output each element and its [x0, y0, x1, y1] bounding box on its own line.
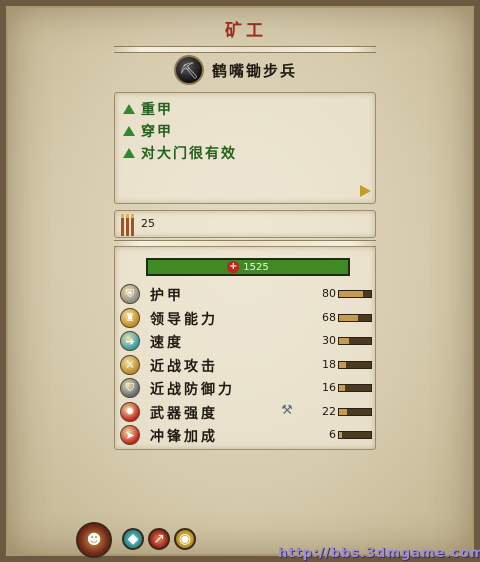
stat-bar — [338, 431, 372, 439]
stat-label: 近战攻击 — [150, 358, 218, 375]
soldiers-icon — [121, 214, 135, 236]
speed-icon: ➔ — [120, 331, 140, 351]
armor-piercing-icon: ⚒ — [281, 402, 293, 418]
stat-bar-fill — [339, 338, 349, 344]
stat-bar — [338, 360, 372, 369]
triangle-icon — [123, 148, 135, 158]
unit-name: 鹤嘴锄步兵 — [212, 61, 298, 80]
stat-label: 武器强度 — [150, 405, 218, 422]
trait-item: 对大门很有效 — [123, 143, 237, 163]
traits-box: 重甲 穿甲 对大门很有效 — [114, 92, 376, 204]
panel-title: 矿工 — [225, 21, 267, 41]
stat-row-weapon-strength: ✹ 武器强度 ⚒ 22 — [120, 401, 376, 424]
stat-row-melee-attack: ⚔ 近战攻击 18 — [120, 354, 376, 377]
trait-label: 对大门很有效 — [141, 146, 237, 162]
triangle-icon — [123, 104, 135, 114]
shield-ability-icon[interactable]: ◆ — [122, 528, 144, 550]
more-traits-arrow-icon[interactable] — [360, 185, 371, 197]
stat-label: 冲锋加成 — [150, 429, 218, 445]
trait-label: 重甲 — [141, 102, 173, 118]
stat-value: 80 — [322, 287, 336, 300]
stat-label: 护甲 — [150, 288, 184, 304]
stat-row-speed: ➔ 速度 30 — [120, 331, 376, 353]
stat-value: 16 — [322, 381, 336, 394]
stat-bar — [338, 313, 372, 322]
charge-bonus-icon: ➤ — [120, 425, 140, 445]
men-count-box: 25 — [114, 210, 376, 238]
stat-value: 22 — [322, 404, 336, 418]
arrow-ability-icon[interactable]: ↗ — [148, 528, 170, 550]
health-cross-icon: + — [227, 261, 240, 273]
pickaxe-icon: ⛏ — [174, 55, 204, 85]
stat-value: 30 — [322, 334, 336, 347]
stat-bar-fill — [339, 314, 359, 321]
stat-label: 领导能力 — [150, 311, 218, 328]
armor-icon: ⛨ — [120, 284, 140, 304]
melee-defence-icon: ⛉ — [120, 378, 140, 398]
unit-info-panel: 矿工 ⛏ 鹤嘴锄步兵 重甲 穿甲 对大门很有效 25 + 1525 ⛨ 护甲 80 ♜… — [0, 0, 480, 562]
stat-row-leadership: ♜ 领导能力 68 — [120, 307, 376, 330]
hitpoints-value: 1525 — [243, 261, 269, 273]
trait-item: 重甲 — [123, 99, 173, 119]
trait-label: 穿甲 — [141, 124, 173, 140]
stat-value: 68 — [322, 310, 336, 324]
leadership-icon: ♜ — [120, 307, 140, 328]
eye-ability-icon[interactable]: ◉ — [174, 528, 196, 550]
weapon-strength-icon: ✹ — [120, 401, 140, 422]
stat-bar-fill — [339, 408, 348, 415]
stat-bar-fill — [339, 291, 363, 297]
trait-item: 穿甲 — [123, 121, 173, 141]
unit-card-icon[interactable]: ☻ — [76, 522, 112, 558]
stat-bar-fill — [339, 385, 346, 391]
unit-header: ⛏ 鹤嘴锄步兵 — [174, 54, 297, 86]
stat-value: 18 — [322, 357, 336, 371]
stat-bar — [338, 407, 372, 416]
stat-value: 6 — [329, 428, 336, 441]
stat-row-armor: ⛨ 护甲 80 — [120, 284, 376, 306]
men-count: 25 — [141, 217, 155, 230]
stat-bar — [338, 290, 372, 298]
melee-attack-icon: ⚔ — [120, 354, 140, 375]
stat-bar — [338, 384, 372, 392]
stat-bar-fill — [339, 432, 342, 438]
stat-bar — [338, 337, 372, 345]
hitpoints-bar: + 1525 — [146, 258, 350, 276]
stat-label: 近战防御力 — [150, 382, 235, 398]
stat-row-melee-defence: ⛉ 近战防御力 16 — [120, 378, 376, 400]
stat-row-charge-bonus: ➤ 冲锋加成 6 — [120, 425, 376, 447]
top-divider — [114, 46, 376, 53]
triangle-icon — [123, 126, 135, 136]
watermark: http://bbs.3dmgame.com — [278, 546, 480, 561]
stat-bar-fill — [339, 361, 347, 368]
stat-label: 速度 — [150, 335, 184, 351]
